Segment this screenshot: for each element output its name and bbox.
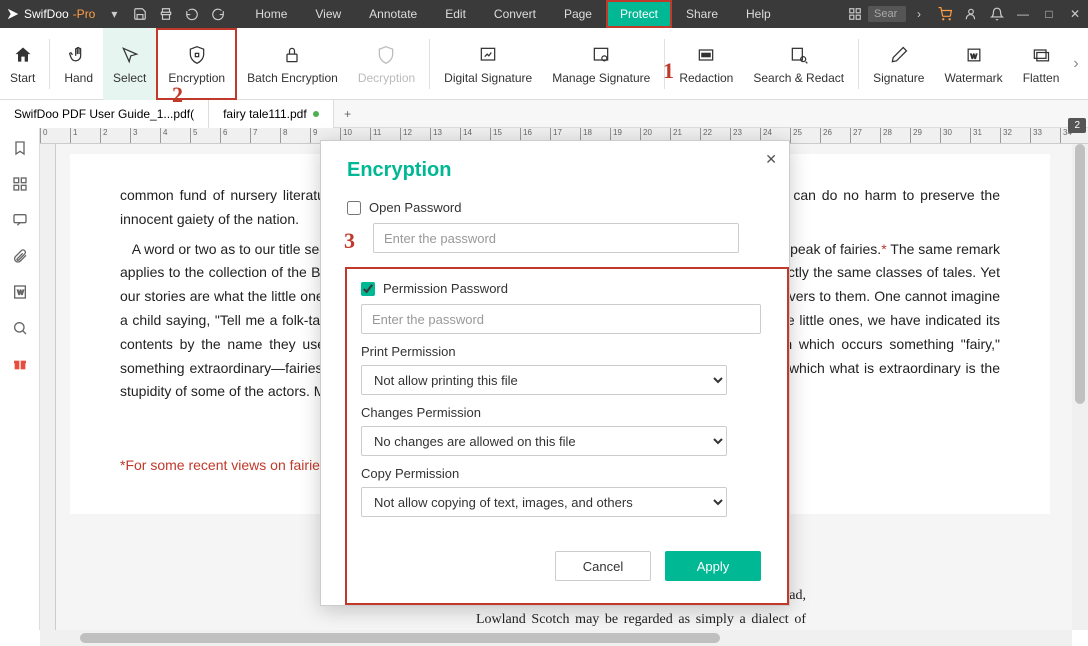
undo-icon[interactable] bbox=[179, 0, 205, 28]
shield-lock-icon bbox=[185, 43, 209, 67]
menu-view[interactable]: View bbox=[301, 0, 355, 28]
maximize-icon[interactable]: □ bbox=[1036, 0, 1062, 28]
user-icon[interactable] bbox=[958, 0, 984, 28]
permission-password-check[interactable] bbox=[361, 282, 375, 296]
page-indicator: 2 bbox=[1068, 118, 1086, 133]
menu-convert[interactable]: Convert bbox=[480, 0, 550, 28]
flatten-icon bbox=[1029, 43, 1053, 67]
copy-permission-select[interactable]: Not allow copying of text, images, and o… bbox=[361, 487, 727, 517]
encryption-dialog: ✕ Encryption Open Password Permission Pa… bbox=[320, 140, 790, 606]
word-icon[interactable]: W bbox=[10, 282, 30, 302]
brand-name: SwifDoo bbox=[24, 7, 69, 21]
close-window-icon[interactable]: ✕ bbox=[1062, 0, 1088, 28]
minimize-icon[interactable]: — bbox=[1010, 0, 1036, 28]
open-password-input[interactable] bbox=[373, 223, 739, 253]
grid-icon[interactable] bbox=[842, 0, 868, 28]
search-input[interactable]: Sear bbox=[868, 6, 906, 22]
watermark-icon: W bbox=[962, 43, 986, 67]
ribbon-signature[interactable]: Signature bbox=[863, 28, 934, 100]
scroll-thumb[interactable] bbox=[80, 633, 720, 643]
ribbon-digital-signature[interactable]: Digital Signature bbox=[434, 28, 542, 100]
cursor-icon bbox=[118, 43, 142, 67]
hand-icon bbox=[67, 43, 91, 67]
bell-icon[interactable] bbox=[984, 0, 1010, 28]
modified-dot-icon bbox=[313, 111, 319, 117]
copy-permission-label: Copy Permission bbox=[361, 466, 761, 481]
ribbon: Start Hand Select Encryption Batch Encry… bbox=[0, 28, 1088, 100]
ribbon-batch-encryption[interactable]: Batch Encryption bbox=[237, 28, 348, 100]
sidebar: W bbox=[0, 128, 40, 630]
search-sidebar-icon[interactable] bbox=[10, 318, 30, 338]
search-redact-icon bbox=[787, 43, 811, 67]
cancel-button[interactable]: Cancel bbox=[555, 551, 651, 581]
new-tab-button[interactable]: + bbox=[334, 107, 362, 121]
ribbon-watermark[interactable]: W Watermark bbox=[934, 28, 1012, 100]
annotation-2: 2 bbox=[172, 82, 183, 108]
sign-icon bbox=[476, 43, 500, 67]
open-password-check[interactable] bbox=[347, 201, 361, 215]
main-menu: Home View Annotate Edit Convert Page Pro… bbox=[241, 0, 784, 28]
redo-icon[interactable] bbox=[205, 0, 231, 28]
save-icon[interactable] bbox=[127, 0, 153, 28]
svg-text:W: W bbox=[970, 53, 977, 60]
thumbnails-icon[interactable] bbox=[10, 174, 30, 194]
close-icon[interactable]: ✕ bbox=[765, 151, 777, 168]
print-permission-select[interactable]: Not allow printing this file bbox=[361, 365, 727, 395]
document-tabs: SwifDoo PDF User Guide_1...pdf( fairy ta… bbox=[0, 100, 1088, 128]
print-icon[interactable] bbox=[153, 0, 179, 28]
menu-help[interactable]: Help bbox=[732, 0, 785, 28]
ribbon-start[interactable]: Start bbox=[0, 28, 45, 100]
apply-button[interactable]: Apply bbox=[665, 551, 761, 581]
attachment-icon[interactable] bbox=[10, 246, 30, 266]
annotation-3: 3 bbox=[344, 228, 355, 254]
ribbon-search-redact[interactable]: Search & Redact bbox=[743, 28, 854, 100]
ribbon-flatten[interactable]: Flatten bbox=[1013, 28, 1070, 100]
titlebar: SwifDoo-Pro ▾ Home View Annotate Edit Co… bbox=[0, 0, 1088, 28]
ribbon-redaction[interactable]: Redaction bbox=[669, 28, 743, 100]
menu-edit[interactable]: Edit bbox=[431, 0, 480, 28]
ribbon-select[interactable]: Select bbox=[103, 28, 156, 100]
menu-page[interactable]: Page bbox=[550, 0, 606, 28]
menu-protect[interactable]: Protect bbox=[606, 0, 672, 28]
scrollbar-vertical[interactable]: 2 bbox=[1072, 144, 1088, 630]
scrollbar-horizontal[interactable] bbox=[40, 630, 1072, 646]
chevron-right-icon[interactable]: › bbox=[906, 0, 932, 28]
permission-password-checkbox[interactable]: Permission Password bbox=[361, 281, 761, 296]
lock-icon bbox=[280, 43, 304, 67]
permission-section: Permission Password Print Permission Not… bbox=[345, 267, 789, 605]
home-icon bbox=[11, 43, 35, 67]
ribbon-manage-signature[interactable]: Manage Signature bbox=[542, 28, 660, 100]
tab-1[interactable]: fairy tale111.pdf bbox=[209, 100, 334, 128]
cart-icon[interactable] bbox=[932, 0, 958, 28]
ruler-vertical bbox=[40, 144, 56, 630]
gift-icon[interactable] bbox=[10, 354, 30, 374]
ribbon-hand[interactable]: Hand bbox=[54, 28, 103, 100]
redact-icon bbox=[694, 43, 718, 67]
sign-settings-icon bbox=[589, 43, 613, 67]
ribbon-decryption: Decryption bbox=[348, 28, 425, 100]
changes-permission-label: Changes Permission bbox=[361, 405, 761, 420]
app-logo: SwifDoo-Pro bbox=[0, 7, 101, 21]
svg-text:W: W bbox=[17, 290, 24, 297]
pen-icon bbox=[887, 43, 911, 67]
menu-annotate[interactable]: Annotate bbox=[355, 0, 431, 28]
menu-home[interactable]: Home bbox=[241, 0, 301, 28]
open-password-checkbox[interactable]: Open Password bbox=[347, 200, 763, 215]
print-permission-label: Print Permission bbox=[361, 344, 761, 359]
annotation-1: 1 bbox=[663, 58, 674, 84]
menu-share[interactable]: Share bbox=[672, 0, 732, 28]
dialog-title: Encryption bbox=[347, 159, 763, 182]
ribbon-encryption[interactable]: Encryption bbox=[156, 28, 237, 100]
comment-icon[interactable] bbox=[10, 210, 30, 230]
ribbon-scroll-right[interactable]: › bbox=[1068, 44, 1084, 84]
changes-permission-select[interactable]: No changes are allowed on this file bbox=[361, 426, 727, 456]
scroll-thumb[interactable] bbox=[1075, 144, 1085, 404]
dropdown-icon[interactable]: ▾ bbox=[101, 0, 127, 28]
permission-password-input[interactable] bbox=[361, 304, 761, 334]
unlock-icon bbox=[374, 43, 398, 67]
bookmark-icon[interactable] bbox=[10, 138, 30, 158]
